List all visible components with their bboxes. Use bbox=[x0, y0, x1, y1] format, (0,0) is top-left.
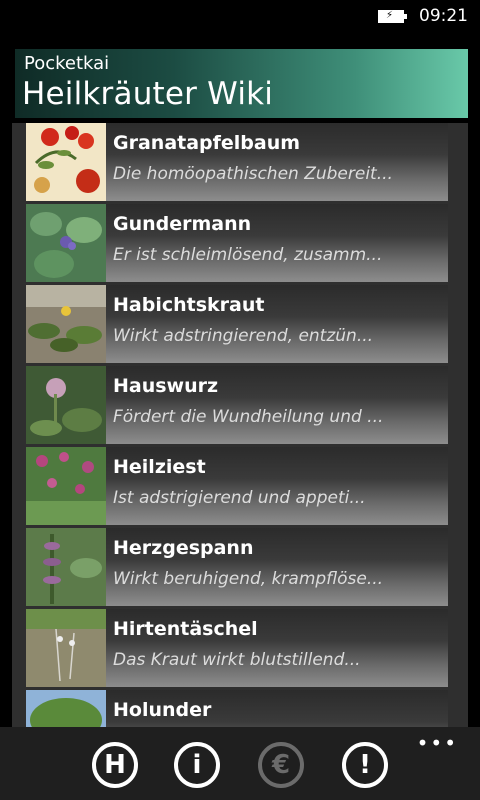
home-button[interactable]: H bbox=[92, 742, 138, 788]
item-description: Er ist schleimlösend, zusamm... bbox=[113, 245, 383, 265]
item-title: Heilziest bbox=[113, 456, 206, 478]
thumbnail-habichtskraut bbox=[26, 285, 106, 363]
home-icon: H bbox=[104, 750, 126, 780]
list-item-habichtskraut[interactable]: Habichtskraut Wirkt adstringierend, entz… bbox=[26, 285, 448, 363]
herb-list[interactable]: Granatapfelbaum Die homöopathischen Zube… bbox=[12, 123, 468, 727]
item-title: Hauswurz bbox=[113, 375, 219, 397]
thumbnail-hauswurz bbox=[26, 366, 106, 444]
app-name: Pocketkai bbox=[24, 53, 110, 74]
list-item-herzgespann[interactable]: Herzgespann Wirkt beruhigend, krampflöse… bbox=[26, 528, 448, 606]
item-title: Habichtskraut bbox=[113, 294, 265, 316]
alert-icon: ! bbox=[359, 750, 371, 780]
header: Pocketkai Heilkräuter Wiki bbox=[15, 49, 468, 118]
euro-icon: € bbox=[271, 750, 291, 780]
euro-button[interactable]: € bbox=[258, 742, 304, 788]
list-item-gundermann[interactable]: Gundermann Er ist schleimlösend, zusamm.… bbox=[26, 204, 448, 282]
item-description: Wirkt adstringierend, entzün... bbox=[113, 326, 374, 346]
item-title: Herzgespann bbox=[113, 537, 254, 559]
item-title: Hirtentäschel bbox=[113, 618, 258, 640]
list-item-hirtentaeschel[interactable]: Hirtentäschel Das Kraut wirkt blutstille… bbox=[26, 609, 448, 687]
item-description: Das Kraut wirkt blutstillend... bbox=[113, 650, 361, 670]
more-options-button[interactable]: ••• bbox=[417, 731, 458, 755]
thumbnail-pomegranate bbox=[26, 123, 106, 201]
list-item-granatapfelbaum[interactable]: Granatapfelbaum Die homöopathischen Zube… bbox=[26, 123, 448, 201]
info-icon: i bbox=[192, 750, 202, 780]
item-title: Holunder bbox=[113, 699, 212, 721]
list-item-hauswurz[interactable]: Hauswurz Fördert die Wundheilung und ... bbox=[26, 366, 448, 444]
info-button[interactable]: i bbox=[174, 742, 220, 788]
item-title: Granatapfelbaum bbox=[113, 132, 301, 154]
list-item-heilziest[interactable]: Heilziest Ist adstrigierend und appeti..… bbox=[26, 447, 448, 525]
thumbnail-herzgespann bbox=[26, 528, 106, 606]
thumbnail-gundermann bbox=[26, 204, 106, 282]
app-bar: ••• H i € ! bbox=[0, 727, 480, 800]
list-item-holunder[interactable]: Holunder bbox=[26, 690, 448, 727]
item-description: Wirkt beruhigend, krampflöse... bbox=[113, 569, 384, 589]
status-bar: ⚡ 09:21 bbox=[0, 0, 480, 32]
thumbnail-heilziest bbox=[26, 447, 106, 525]
status-time: 09:21 bbox=[419, 6, 468, 26]
battery-charging-icon: ⚡ bbox=[378, 10, 407, 23]
item-description: Fördert die Wundheilung und ... bbox=[113, 407, 384, 427]
item-title: Gundermann bbox=[113, 213, 252, 235]
page-title: Heilkräuter Wiki bbox=[22, 76, 274, 112]
item-description: Die homöopathischen Zubereit... bbox=[113, 164, 393, 184]
thumbnail-holunder bbox=[26, 690, 106, 727]
alert-button[interactable]: ! bbox=[342, 742, 388, 788]
item-description: Ist adstrigierend und appeti... bbox=[113, 488, 366, 508]
thumbnail-hirtentaeschel bbox=[26, 609, 106, 687]
